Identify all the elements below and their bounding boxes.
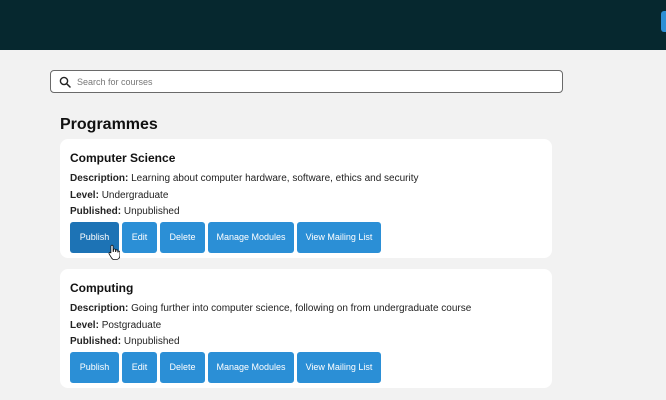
description-label: Description:: [70, 303, 129, 314]
programme-description: Description: Learning about computer har…: [70, 171, 542, 188]
page-title: Programmes: [60, 116, 158, 133]
delete-button[interactable]: Delete: [160, 351, 205, 383]
published-value: Unpublished: [123, 336, 180, 347]
programme-published: Published: Unpublished: [70, 334, 542, 351]
edit-button[interactable]: Edit: [122, 351, 157, 383]
programme-title: Computing: [70, 281, 134, 295]
delete-button[interactable]: Delete: [160, 221, 205, 253]
level-value: Undergraduate: [101, 189, 169, 201]
programme-actions: Publish Edit Delete Manage Modules View …: [70, 351, 542, 383]
hand-cursor-icon: [108, 244, 120, 260]
search-bar[interactable]: [50, 70, 563, 93]
manage-modules-button[interactable]: Manage Modules: [208, 351, 294, 383]
programme-title: Computer Science: [70, 151, 176, 165]
description-value: Going further into computer science, fol…: [131, 303, 472, 314]
programme-description: Description: Going further into computer…: [70, 301, 542, 318]
search-icon: [59, 76, 71, 88]
programme-level: Level: Undergraduate: [70, 188, 542, 205]
search-input[interactable]: [77, 76, 547, 87]
level-label: Level:: [70, 319, 99, 331]
level-value: Postgraduate: [101, 319, 162, 331]
publish-button[interactable]: Publish: [70, 351, 119, 383]
published-value: Unpublished: [123, 206, 180, 217]
description-label: Description:: [70, 173, 129, 184]
view-mailing-list-button[interactable]: View Mailing List: [297, 221, 381, 253]
top-navigation-bar: [0, 0, 666, 50]
level-label: Level:: [70, 189, 99, 201]
topbar-edge-button[interactable]: [661, 11, 666, 32]
programme-actions: Publish Edit Delete Manage Modules View …: [70, 221, 542, 253]
programme-level: Level: Postgraduate: [70, 318, 542, 335]
manage-modules-button[interactable]: Manage Modules: [208, 221, 294, 253]
programme-card: Computing Description: Going further int…: [60, 269, 552, 388]
published-label: Published:: [70, 206, 122, 217]
programme-published: Published: Unpublished: [70, 204, 542, 221]
description-value: Learning about computer hardware, softwa…: [131, 173, 419, 184]
published-label: Published:: [70, 336, 122, 347]
view-mailing-list-button[interactable]: View Mailing List: [297, 351, 381, 383]
programme-card: Computer Science Description: Learning a…: [60, 139, 552, 258]
edit-button[interactable]: Edit: [122, 221, 157, 253]
